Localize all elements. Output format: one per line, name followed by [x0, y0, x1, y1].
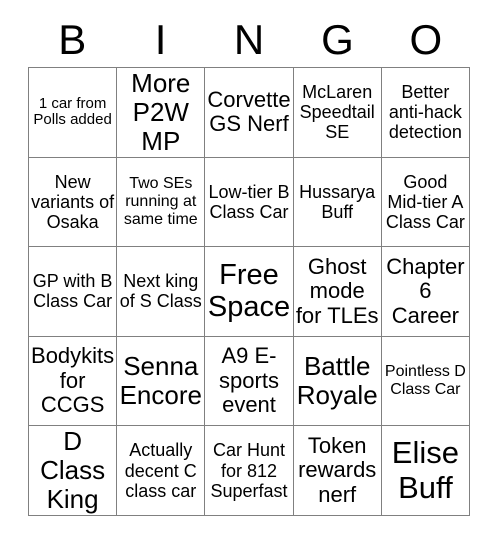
bingo-cell-label: Free Space: [207, 259, 291, 324]
bingo-header-letter-g: G: [321, 16, 354, 63]
bingo-cell[interactable]: 1 car from Polls added: [29, 68, 118, 158]
bingo-cell-label: Low-tier B Class Car: [208, 181, 290, 222]
bingo-cell-label: New variants of Osaka: [31, 171, 115, 232]
bingo-header-letter-b: B: [58, 16, 87, 63]
bingo-cell[interactable]: Low-tier B Class Car: [205, 157, 294, 248]
bingo-cell[interactable]: Battle Royale: [293, 336, 382, 427]
bingo-cell-label: 1 car from Polls added: [33, 94, 112, 129]
bingo-cell-label: Good Mid-tier A Class Car: [385, 171, 465, 232]
bingo-cell[interactable]: Ghost mode for TLEs: [293, 247, 382, 337]
bingo-cell-label: GP with B Class Car: [32, 271, 113, 312]
bingo-card: B I N G O 1 car from Polls added More P2W MP C…: [0, 0, 500, 544]
bingo-header-letter-n: N: [233, 16, 265, 63]
bingo-header-letter-o: O: [409, 16, 443, 63]
bingo-cell-label: Chapter 6 Career: [386, 253, 465, 328]
bingo-cell-label: Corvette GS Nerf: [207, 86, 291, 137]
bingo-cell-label: Actually decent C class car: [124, 440, 197, 501]
bingo-cell[interactable]: McLaren Speedtail SE: [293, 68, 382, 158]
bingo-cell[interactable]: D Class King: [29, 426, 118, 516]
bingo-cell[interactable]: Elise Buff: [381, 426, 470, 516]
bingo-cell[interactable]: Two SEs running at same time: [117, 157, 206, 248]
bingo-cell-label: McLaren Speedtail SE: [299, 82, 375, 143]
bingo-cell[interactable]: Senna Encore: [117, 336, 206, 427]
bingo-header-letter-i: I: [154, 16, 167, 63]
bingo-cell-label: Ghost mode for TLEs: [295, 253, 379, 328]
bingo-cell-label: Token rewards nerf: [298, 432, 377, 507]
bingo-cell-label: Better anti-hack detection: [388, 82, 462, 143]
bingo-cell-label: Battle Royale: [296, 350, 378, 411]
bingo-cell-label: Elise Buff: [391, 434, 459, 505]
bingo-cell[interactable]: Good Mid-tier A Class Car: [381, 157, 470, 248]
bingo-cell[interactable]: Better anti-hack detection: [381, 68, 470, 158]
bingo-header-row: BINGO: [28, 14, 470, 66]
bingo-cell[interactable]: Next king of S Class: [117, 247, 206, 337]
bingo-cell[interactable]: GP with B Class Car: [29, 247, 118, 337]
bingo-cell[interactable]: Token rewards nerf: [293, 426, 382, 516]
bingo-cell-free-space[interactable]: Free Space: [205, 247, 294, 337]
bingo-cell-label: Hussarya Buff: [299, 181, 376, 222]
bingo-cell[interactable]: Chapter 6 Career: [381, 247, 470, 337]
bingo-cell[interactable]: More P2W MP: [117, 68, 206, 158]
bingo-grid: 1 car from Polls added More P2W MP Corvett…: [28, 67, 470, 516]
bingo-cell-label: Senna Encore: [119, 350, 202, 411]
bingo-cell-label: A9 E-sports event: [219, 343, 279, 418]
bingo-cell-label: Two SEs running at same time: [123, 175, 198, 228]
bingo-cell[interactable]: Corvette GS Nerf: [205, 68, 294, 158]
bingo-cell-label: Pointless D Class Car: [384, 363, 466, 399]
bingo-cell[interactable]: New variants of Osaka: [29, 157, 118, 248]
bingo-cell[interactable]: Bodykits for CCGS: [29, 336, 118, 427]
bingo-cell[interactable]: Car Hunt for 812 Superfast: [205, 426, 294, 516]
bingo-cell[interactable]: A9 E-sports event: [205, 336, 294, 427]
bingo-cell-label: More P2W MP: [131, 68, 191, 156]
bingo-cell[interactable]: Pointless D Class Car: [381, 336, 470, 427]
bingo-cell-label: Car Hunt for 812 Superfast: [210, 440, 288, 501]
bingo-cell-label: D Class King: [40, 426, 106, 515]
bingo-cell-label: Next king of S Class: [119, 271, 202, 312]
bingo-cell[interactable]: Hussarya Buff: [293, 157, 382, 248]
bingo-cell[interactable]: Actually decent C class car: [117, 426, 206, 516]
bingo-cell-label: Bodykits for CCGS: [31, 343, 115, 418]
